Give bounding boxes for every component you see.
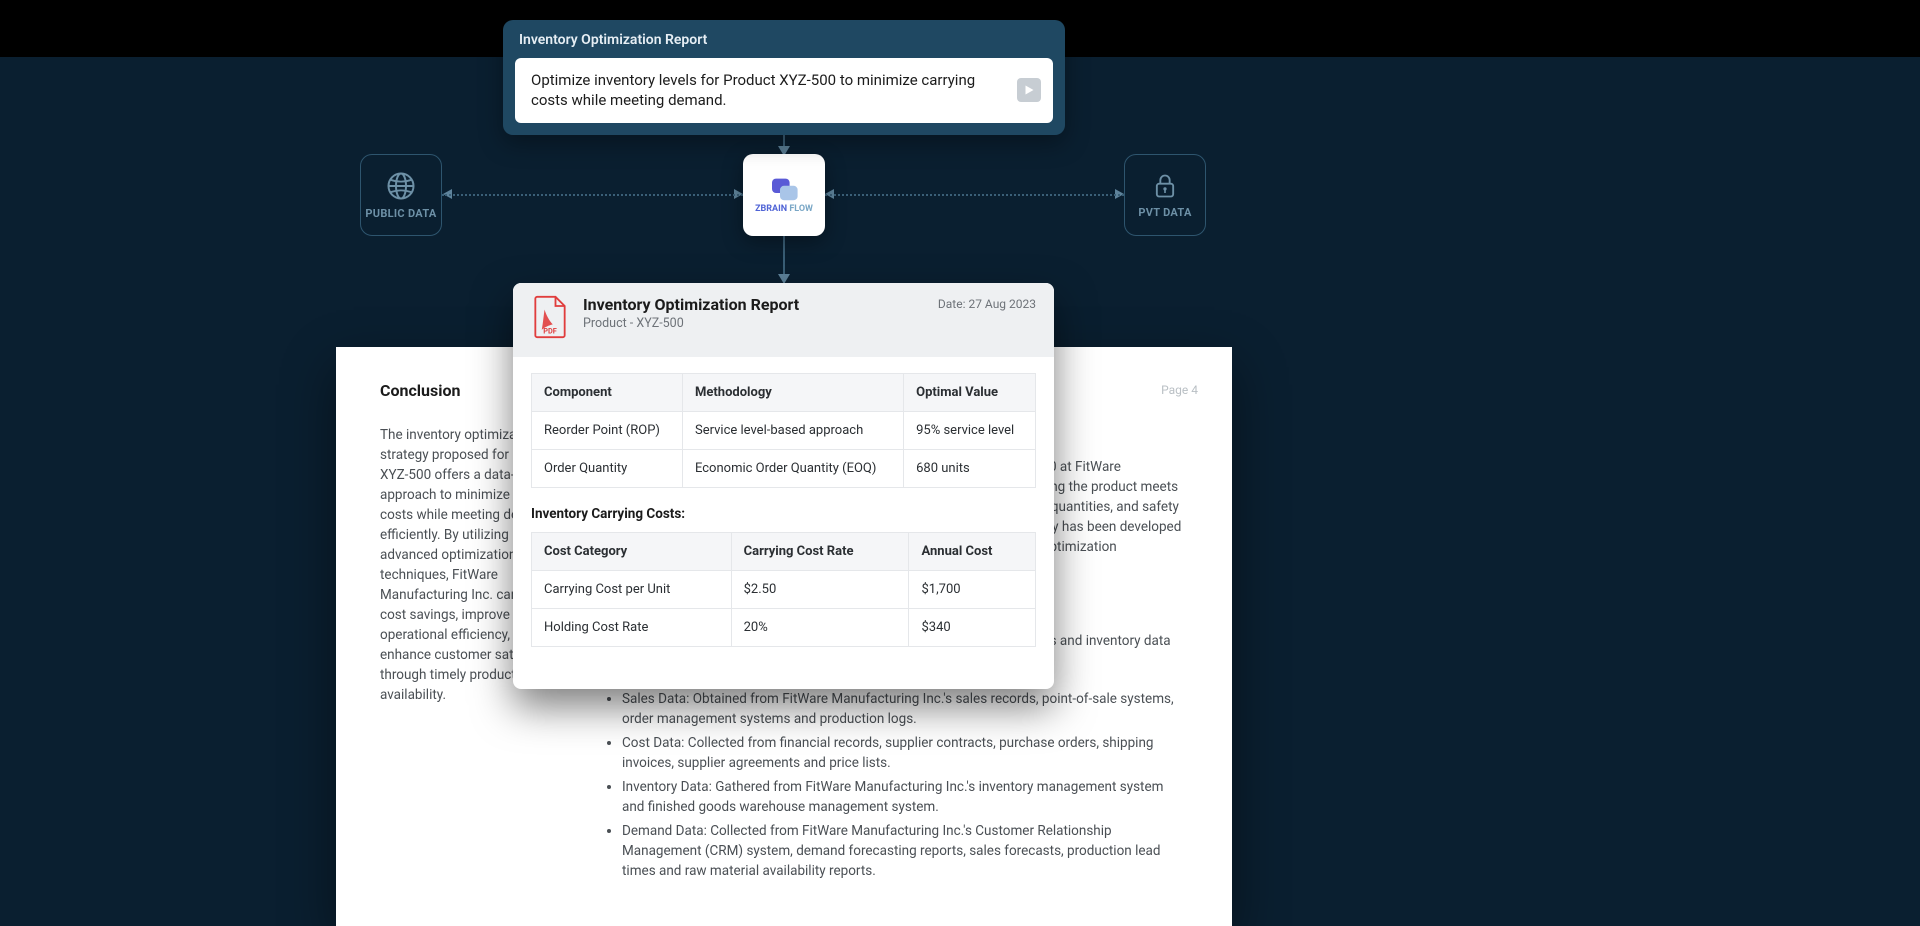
list-item: Demand Data: Collected from FitWare Manu… [622, 822, 1184, 882]
prompt-input[interactable]: Optimize inventory levels for Product XY… [515, 58, 1053, 123]
table-header: Carrying Cost Rate [731, 533, 909, 571]
list-item: Cost Data: Collected from financial reco… [622, 734, 1184, 774]
carrying-costs-table: Cost Category Carrying Cost Rate Annual … [531, 532, 1036, 647]
list-item: Inventory Data: Gathered from FitWare Ma… [622, 778, 1184, 818]
table-header: Cost Category [532, 533, 732, 571]
zbrain-flow-label: ZBRAIN FLOW [755, 204, 813, 214]
zbrain-flow-card: ZBRAIN FLOW [743, 154, 825, 236]
table-row: Reorder Point (ROP) Service level-based … [532, 412, 1036, 450]
prompt-card: Inventory Optimization Report Optimize i… [503, 20, 1065, 135]
table-row: Carrying Cost per Unit $2.50 $1,700 [532, 571, 1036, 609]
carrying-costs-title: Inventory Carrying Costs: [531, 506, 1036, 522]
public-data-label: PUBLIC DATA [365, 207, 436, 220]
table-row: Order Quantity Economic Order Quantity (… [532, 450, 1036, 488]
prompt-title: Inventory Optimization Report [503, 20, 1065, 58]
page-number: Page 4 [1161, 383, 1198, 397]
play-icon [1023, 84, 1035, 96]
globe-icon [386, 171, 416, 201]
lock-icon [1151, 172, 1179, 200]
table-row: Holding Cost Rate 20% $340 [532, 609, 1036, 647]
pdf-icon: PDF [531, 295, 569, 343]
private-data-box: PVT DATA [1124, 154, 1206, 236]
table-header: Annual Cost [909, 533, 1036, 571]
table-header: Methodology [682, 374, 903, 412]
connector-flow-to-private [825, 194, 1124, 196]
methodology-table: Component Methodology Optimal Value Reor… [531, 373, 1036, 488]
connector-public-to-flow [442, 194, 743, 196]
private-data-label: PVT DATA [1138, 206, 1191, 219]
public-data-box: PUBLIC DATA [360, 154, 442, 236]
svg-text:PDF: PDF [543, 327, 557, 336]
report-date: Date: 27 Aug 2023 [938, 297, 1036, 311]
report-card: PDF Inventory Optimization Report Produc… [513, 283, 1054, 689]
run-button[interactable] [1017, 78, 1041, 102]
report-header: PDF Inventory Optimization Report Produc… [513, 283, 1054, 357]
prompt-text: Optimize inventory levels for Product XY… [531, 71, 975, 109]
report-title: Inventory Optimization Report [583, 295, 924, 314]
table-header: Optimal Value [904, 374, 1036, 412]
table-header: Component [532, 374, 683, 412]
zbrain-logo-icon [768, 176, 800, 202]
report-subtitle: Product - XYZ-500 [583, 316, 924, 331]
data-collection-bullets: Sales Data: Obtained from FitWare Manufa… [604, 690, 1184, 882]
list-item: Sales Data: Obtained from FitWare Manufa… [622, 690, 1184, 730]
